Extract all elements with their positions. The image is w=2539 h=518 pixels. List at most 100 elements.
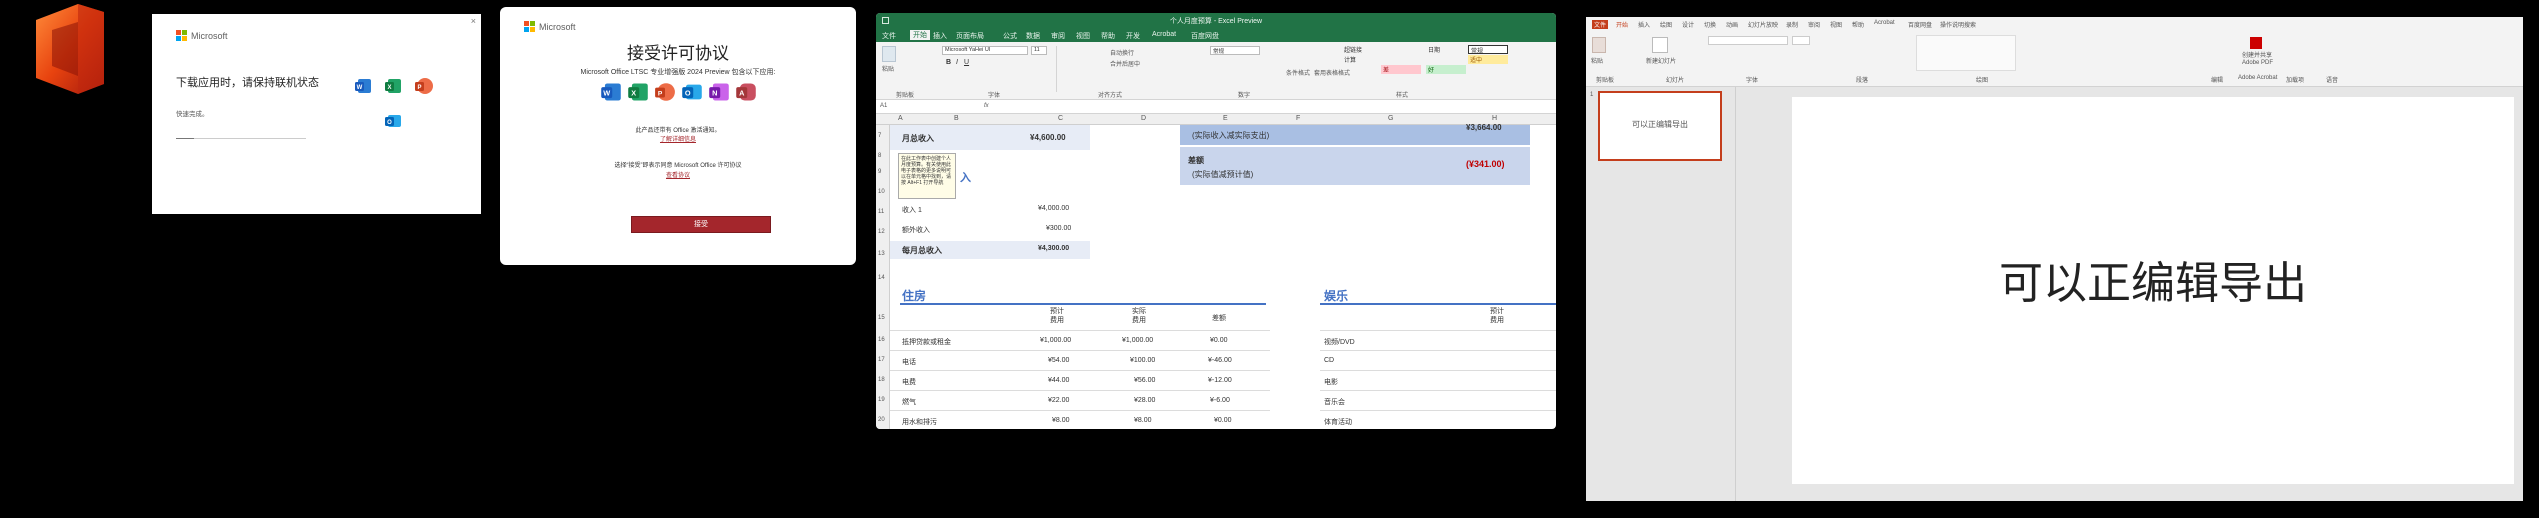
list-item[interactable]: CD: [1324, 357, 1334, 364]
tab-home[interactable]: 开始: [910, 30, 930, 40]
row-header[interactable]: 9: [878, 169, 881, 175]
column-header[interactable]: B: [954, 115, 959, 122]
tab-data[interactable]: 数据: [1026, 31, 1040, 41]
income1-value[interactable]: ¥4,000.00: [1038, 205, 1069, 212]
tab-animations[interactable]: 动画: [1726, 20, 1738, 29]
tab-acrobat[interactable]: Acrobat: [1152, 31, 1176, 38]
merge-center-button[interactable]: 合并后居中: [1110, 59, 1140, 68]
style-neutral[interactable]: 适中: [1468, 55, 1508, 64]
accept-button[interactable]: 接受: [631, 216, 771, 233]
column-header[interactable]: D: [1141, 115, 1146, 122]
list-item[interactable]: 视频/DVD: [1324, 337, 1355, 347]
tab-insert[interactable]: 插入: [933, 31, 947, 41]
row-estimated[interactable]: ¥22.00: [1048, 397, 1069, 404]
tab-help[interactable]: 帮助: [1852, 20, 1864, 29]
row-estimated[interactable]: ¥44.00: [1048, 377, 1069, 384]
row-actual[interactable]: ¥100.00: [1130, 357, 1155, 364]
table-format-button[interactable]: 套用表格格式: [1314, 68, 1350, 77]
extra-income-value[interactable]: ¥300.00: [1046, 225, 1071, 232]
row-actual[interactable]: ¥28.00: [1134, 397, 1155, 404]
tab-review[interactable]: 审阅: [1051, 31, 1065, 41]
row-actual[interactable]: ¥56.00: [1134, 377, 1155, 384]
italic-button[interactable]: I: [956, 59, 958, 66]
tab-design[interactable]: 设计: [1682, 20, 1694, 29]
style-good[interactable]: 好: [1426, 65, 1466, 74]
tab-formulas[interactable]: 公式: [1003, 31, 1017, 41]
tab-view[interactable]: 视图: [1076, 31, 1090, 41]
row-header[interactable]: 10: [878, 189, 885, 195]
row-header[interactable]: 14: [878, 275, 885, 281]
summary-top-value[interactable]: ¥3,664.00: [1466, 123, 1502, 132]
tab-acrobat[interactable]: Acrobat: [1874, 20, 1895, 26]
slide-thumbnail[interactable]: 可以正编辑导出: [1598, 91, 1722, 161]
row-header[interactable]: 12: [878, 229, 885, 235]
list-item[interactable]: 电影: [1324, 377, 1338, 387]
tab-draw[interactable]: 绘图: [1660, 20, 1672, 29]
row-estimated[interactable]: ¥1,000.00: [1040, 337, 1071, 344]
row-actual[interactable]: ¥1,000.00: [1122, 337, 1153, 344]
row-header[interactable]: 15: [878, 315, 885, 321]
difference-value[interactable]: (¥341.00): [1466, 159, 1505, 169]
name-box[interactable]: A1: [880, 103, 887, 109]
column-header[interactable]: H: [1492, 115, 1497, 122]
style-bad[interactable]: 差: [1381, 65, 1421, 74]
tab-baidu[interactable]: 百度网盘: [1908, 20, 1932, 29]
row-header[interactable]: 7: [878, 133, 881, 139]
tab-review[interactable]: 审阅: [1808, 20, 1820, 29]
learn-more-link[interactable]: 了解详细信息: [500, 134, 856, 143]
tab-help[interactable]: 帮助: [1101, 31, 1115, 41]
tab-page-layout[interactable]: 页面布局: [956, 31, 984, 41]
tab-developer[interactable]: 开发: [1126, 31, 1140, 41]
create-pdf-button[interactable]: 创建并共享 Adobe PDF: [2242, 53, 2282, 67]
font-name-select[interactable]: [1708, 36, 1788, 45]
total-income-value[interactable]: ¥4,300.00: [1038, 245, 1069, 252]
style-date[interactable]: 日期: [1426, 45, 1466, 54]
paste-icon[interactable]: [882, 46, 896, 62]
tab-transitions[interactable]: 切换: [1704, 20, 1716, 29]
slide-text[interactable]: 可以正编辑导出: [1792, 247, 2514, 311]
column-header[interactable]: G: [1388, 115, 1393, 122]
tell-me-search[interactable]: 操作说明搜索: [1940, 20, 1976, 29]
column-header[interactable]: F: [1296, 115, 1300, 122]
row-header[interactable]: 13: [878, 251, 885, 257]
close-icon[interactable]: ×: [471, 16, 476, 26]
tab-file[interactable]: 文件: [1592, 20, 1609, 29]
tab-slideshow[interactable]: 幻灯片放映: [1748, 20, 1778, 29]
new-slide-icon[interactable]: [1652, 37, 1668, 53]
tab-file[interactable]: 文件: [882, 31, 896, 41]
font-size-select[interactable]: [1792, 36, 1810, 45]
view-agreement-link[interactable]: 查看协议: [500, 170, 856, 179]
font-size-select[interactable]: 11: [1031, 46, 1047, 55]
row-actual[interactable]: ¥8.00: [1134, 417, 1152, 424]
acrobat-icon[interactable]: [2250, 37, 2262, 49]
tab-record[interactable]: 录制: [1786, 20, 1798, 29]
style-normal[interactable]: 常规: [1468, 45, 1508, 55]
style-hyperlink[interactable]: 超链接: [1342, 45, 1392, 54]
row-header[interactable]: 16: [878, 337, 885, 343]
shapes-gallery[interactable]: [1916, 35, 2016, 71]
conditional-format-button[interactable]: 条件格式: [1286, 68, 1310, 77]
row-header[interactable]: 20: [878, 417, 885, 423]
slide-canvas[interactable]: 可以正编辑导出: [1792, 97, 2514, 484]
row-header[interactable]: 19: [878, 397, 885, 403]
list-item[interactable]: 音乐会: [1324, 397, 1345, 407]
row-header[interactable]: 8: [878, 153, 881, 159]
column-header[interactable]: A: [898, 115, 903, 122]
row-estimated[interactable]: ¥54.00: [1048, 357, 1069, 364]
bold-button[interactable]: B: [946, 59, 951, 66]
row-estimated[interactable]: ¥8.00: [1052, 417, 1070, 424]
font-name-select[interactable]: Microsoft YaHei UI: [942, 46, 1028, 55]
paste-icon[interactable]: [1592, 37, 1606, 53]
row-header[interactable]: 11: [878, 209, 884, 215]
column-header[interactable]: C: [1058, 115, 1063, 122]
list-item[interactable]: 体育活动: [1324, 417, 1352, 427]
tab-home[interactable]: 开始: [1616, 20, 1628, 29]
tab-view[interactable]: 视图: [1830, 20, 1842, 29]
row-header[interactable]: 18: [878, 377, 885, 383]
monthly-income-value[interactable]: ¥4,600.00: [1030, 133, 1066, 142]
tab-baidu[interactable]: 百度网盘: [1191, 31, 1219, 41]
number-format-select[interactable]: 常规: [1210, 46, 1260, 55]
underline-button[interactable]: U: [964, 59, 969, 66]
row-header[interactable]: 17: [878, 357, 885, 363]
wrap-text-button[interactable]: 自动换行: [1110, 48, 1134, 57]
